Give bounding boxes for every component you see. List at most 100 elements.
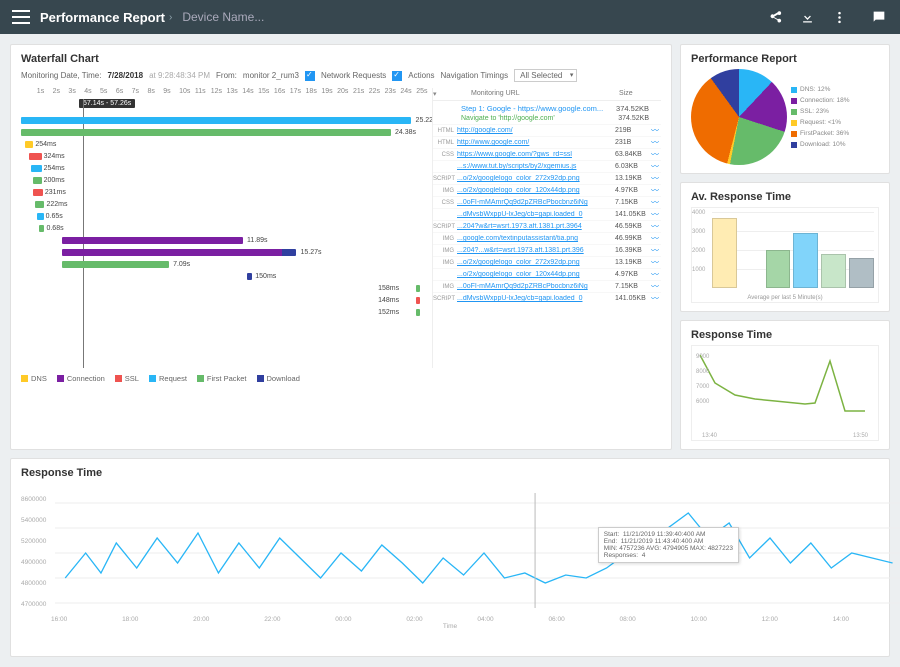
req-url[interactable]: ...0oFI-mMAmrQq9d2pZRBcPbocbnz6iNg [457,283,615,290]
breadcrumb: › [169,12,172,23]
req-url[interactable]: ...o/2x/googlelogo_color_272x92dp.png [457,259,615,266]
checkbox-network[interactable] [305,71,315,81]
collapse-icon[interactable]: ▾ [433,90,443,98]
menu-icon[interactable] [12,10,30,24]
req-size: 46.59KB [615,223,651,230]
trend-icon[interactable]: 〰 [651,293,661,304]
req-size: 231B [615,139,651,146]
req-url[interactable]: ...dMvsbWxppU-lxJeg/cb=gapi.loaded_0 [457,295,615,302]
req-url[interactable]: https://www.google.com/?gws_rd=ssl [457,151,615,158]
avrt-bar[interactable] [766,250,791,288]
avrt-bar[interactable] [793,233,818,288]
waterfall-chart[interactable]: 1s2s3s4s5s6s7s8s9s10s11s12s13s14s15s16s1… [21,88,433,368]
waterfall-row[interactable]: 231ms [21,186,432,198]
req-url[interactable]: ...s://www.tut.by/scripts/by2/xgemius.js [457,163,615,170]
col-url: Monitoring URL [443,90,619,98]
req-size: 13.19KB [615,259,651,266]
waterfall-row[interactable]: 222ms [21,198,432,210]
avrt-bar[interactable] [849,258,874,288]
waterfall-row[interactable]: 200ms [21,174,432,186]
trend-icon[interactable]: 〰 [651,209,661,220]
trend-icon[interactable]: 〰 [651,137,661,148]
page-title: Performance Report [40,10,165,25]
req-url[interactable]: ...204?...w&rt=wsrt.1973.aft.1381.prt.39… [457,247,615,254]
step-row[interactable]: Step 1: Google - https://www.google.com.… [433,101,661,114]
req-type: IMG [433,284,457,290]
req-size: 16.39KB [615,247,651,254]
legend-item: First Packet [197,374,247,383]
trend-icon[interactable]: 〰 [651,281,661,292]
req-type: HTML [433,140,457,146]
trend-icon[interactable]: 〰 [651,149,661,160]
trend-icon[interactable]: 〰 [651,233,661,244]
req-size: 46.99KB [615,235,651,242]
waterfall-row[interactable]: 254ms [21,138,432,150]
trend-icon[interactable]: 〰 [651,197,661,208]
trend-icon[interactable]: 〰 [651,125,661,136]
trend-icon[interactable]: 〰 [651,161,661,172]
avrt-bar[interactable] [712,218,737,288]
waterfall-row[interactable]: 11.89s [21,234,432,246]
rt-big-xlabel: Time [21,623,879,630]
req-url[interactable]: ...google.com/textinputassistant/tia.png [457,235,615,242]
avrt-title: Av. Response Time [691,191,879,203]
from-value[interactable]: monitor 2_rum3 [243,71,299,80]
download-icon[interactable] [798,8,816,26]
waterfall-row[interactable]: 152ms [21,306,432,318]
rt-small-yticks: 9000800070006000 [696,350,709,410]
rt-big-chart[interactable]: 860000054000005200000 490000048000004700… [21,483,879,648]
pie-legend-item: Request: <1% [791,117,850,128]
rt-big-title: Response Time [21,467,879,479]
pie-legend-item: FirstPacket: 36% [791,128,850,139]
waterfall-row[interactable]: 25.22s [21,114,432,126]
req-url[interactable]: ...o/2x/googlelogo_color_272x92dp.png [457,175,615,182]
legend-item: DNS [21,374,47,383]
waterfall-row[interactable]: 158ms [21,282,432,294]
req-url[interactable]: ...0oFI-mMAmrQq9d2pZRBcPbocbnz6iNg [457,199,615,206]
waterfall-row[interactable]: 254ms [21,162,432,174]
breadcrumb-device[interactable]: Device Name... [182,10,264,24]
req-url[interactable]: ...dMvsbWxppU-lxJeg/cb=gapi.loaded_0 [457,211,615,218]
legend-item: Connection [57,374,105,383]
checkbox-network-label: Network Requests [321,71,386,80]
rt-small-chart[interactable]: 9000800070006000 13:4013:50 [691,345,879,441]
req-url[interactable]: http://www.google.com/ [457,139,615,146]
request-row: IMG...google.com/textinputassistant/tia.… [433,232,661,244]
avrt-chart[interactable]: 4000300020001000 Average per last 5 Minu… [691,207,879,303]
pie-legend-item: SSL: 23% [791,106,850,117]
waterfall-row[interactable]: 0.65s [21,210,432,222]
share-icon[interactable] [766,8,784,26]
trend-icon[interactable]: 〰 [651,185,661,196]
req-size: 7.15KB [615,283,651,290]
trend-icon[interactable]: 〰 [651,257,661,268]
more-icon[interactable] [830,8,848,26]
waterfall-row[interactable]: 15.27s [21,246,432,258]
navtimings-select[interactable]: All Selected [514,69,577,82]
req-url[interactable]: ...o/2x/googlelogo_color_120x44dp.png [457,271,615,278]
req-url[interactable]: ...o/2x/googlelogo_color_120x44dp.png [457,187,615,194]
rt-small-xticks: 13:4013:50 [702,433,868,439]
filter-date[interactable]: 7/28/2018 [107,71,143,80]
pie-chart[interactable] [691,69,787,165]
checkbox-actions[interactable] [392,71,402,81]
req-url[interactable]: ...204?w&rt=wsrt.1973.aft.1381.prt.3964 [457,223,615,230]
avrt-card: Av. Response Time 4000300020001000 Avera… [680,182,890,312]
request-row: SCRIPT...204?w&rt=wsrt.1973.aft.1381.prt… [433,220,661,232]
request-row: ...o/2x/googlelogo_color_120x44dp.png4.9… [433,268,661,280]
waterfall-row[interactable]: 148ms [21,294,432,306]
req-url[interactable]: http://google.com/ [457,127,615,134]
trend-icon[interactable]: 〰 [651,269,661,280]
avrt-bar[interactable] [821,254,846,288]
waterfall-row[interactable]: 324ms [21,150,432,162]
comment-icon[interactable] [870,8,888,26]
trend-icon[interactable]: 〰 [651,173,661,184]
waterfall-row[interactable]: 0.68s [21,222,432,234]
request-row: IMG...0oFI-mMAmrQq9d2pZRBcPbocbnz6iNg7.1… [433,280,661,292]
rt-big-yticks: 860000054000005200000 490000048000004700… [21,489,46,615]
trend-icon[interactable]: 〰 [651,245,661,256]
waterfall-row[interactable]: 150ms [21,270,432,282]
navtimings-label: Navigation Timings [441,71,509,80]
trend-icon[interactable]: 〰 [651,221,661,232]
waterfall-row[interactable]: 7.09s [21,258,432,270]
waterfall-row[interactable]: 24.38s [21,126,432,138]
